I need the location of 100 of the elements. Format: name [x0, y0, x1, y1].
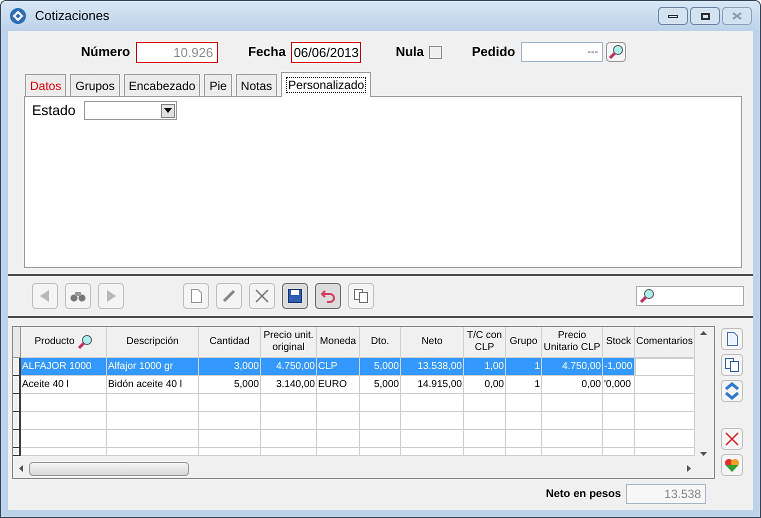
row-header[interactable] [13, 376, 21, 394]
table-cell [317, 412, 360, 430]
table-cell [635, 358, 695, 376]
find-button[interactable] [65, 283, 91, 309]
scroll-right-icon [687, 465, 691, 472]
table-cell [401, 412, 464, 430]
column-header[interactable]: Descripción [107, 327, 199, 358]
table-cell [603, 412, 635, 430]
column-header[interactable]: Precio unit. original [261, 327, 317, 358]
scrollbar-thumb[interactable] [29, 462, 189, 476]
row-header[interactable] [13, 430, 21, 448]
table-cell [401, 430, 464, 448]
table-cell [317, 430, 360, 448]
checkbox[interactable] [428, 46, 442, 58]
column-header[interactable]: Grupo [506, 327, 542, 358]
field-label: Pedido [472, 44, 516, 59]
search-field[interactable] [636, 286, 744, 306]
tab[interactable]: Datos [25, 74, 66, 96]
table-cell [261, 394, 317, 412]
remove-row-button[interactable] [721, 428, 743, 450]
app-logo-icon [9, 7, 27, 25]
window-title: Cotizaciones [35, 7, 110, 26]
table-cell [635, 394, 695, 412]
column-header[interactable]: Comentarios [635, 327, 695, 358]
document-icon [726, 332, 738, 346]
binoculars-icon [70, 290, 86, 302]
table-cell [635, 430, 695, 448]
tab[interactable]: Pie [204, 74, 232, 96]
field-label: Número [81, 43, 130, 62]
table-cell [542, 430, 603, 448]
tab[interactable]: Encabezado [124, 74, 200, 96]
column-header[interactable]: Producto [21, 327, 107, 358]
undo-arrow-icon [321, 289, 335, 303]
total-field: 13.538 [626, 484, 706, 504]
cross-icon [725, 432, 739, 446]
scroll-up-icon [700, 331, 707, 335]
magnifier-icon [76, 334, 93, 350]
column-header[interactable]: Stock [603, 327, 635, 358]
scroll-left-icon [19, 465, 23, 472]
table-cell [506, 412, 542, 430]
table-cell [542, 412, 603, 430]
up-down-chevrons-icon [724, 381, 740, 401]
document-icon [190, 289, 202, 303]
next-icon [106, 290, 116, 302]
table-cell [542, 394, 603, 412]
duplicate-row-button[interactable] [721, 354, 743, 376]
tab[interactable]: Notas [236, 74, 278, 96]
status-dropdown[interactable] [84, 101, 177, 120]
table-cell [261, 412, 317, 430]
table-cell [464, 430, 506, 448]
row-header[interactable] [13, 394, 21, 412]
colors-button[interactable] [721, 454, 743, 476]
search-icon [608, 44, 624, 60]
search-button[interactable] [606, 42, 626, 62]
table-cell [317, 394, 360, 412]
row-header[interactable] [13, 412, 21, 430]
column-header[interactable]: Precio Unitario CLP [542, 327, 603, 358]
save-button[interactable] [282, 283, 308, 309]
date-field[interactable]: 06/06/2013 [290, 42, 361, 62]
delete-button[interactable] [249, 283, 275, 309]
move-row-button[interactable] [721, 380, 743, 402]
table-cell [603, 394, 635, 412]
table-cell [261, 430, 317, 448]
table-cell [635, 412, 695, 430]
tab[interactable]: Personalizado [281, 72, 372, 97]
close-icon [732, 12, 742, 20]
table-cell [360, 430, 401, 448]
field-label: Fecha [248, 44, 286, 59]
table-cell [199, 430, 261, 448]
copy-icon [354, 289, 368, 303]
undo-button[interactable] [315, 283, 341, 309]
table-row[interactable]: Aceite 40 l Bidón aceite 40 l 5,000 3.140,00 EURO 5,000 14.915,00 0,00 1 0,00 '0,000 [21, 376, 695, 394]
field-label: Estado [32, 101, 76, 120]
order-field[interactable]: --- [521, 42, 604, 62]
pencil-icon [222, 289, 236, 303]
column-header[interactable]: T/C con CLP [464, 327, 506, 358]
minimize-button[interactable] [658, 7, 688, 25]
column-header[interactable]: Cantidad [199, 327, 261, 358]
table-cell [360, 412, 401, 430]
add-row-button[interactable] [721, 328, 743, 350]
field-label: Neto en pesos [546, 486, 621, 502]
row-header[interactable] [13, 448, 21, 456]
column-header[interactable]: Moneda [317, 327, 360, 358]
table-cell [199, 412, 261, 430]
table-cell [603, 430, 635, 448]
search-icon [639, 288, 655, 304]
edit-button[interactable] [216, 283, 242, 309]
previous-icon [40, 290, 50, 302]
scroll-down-icon [700, 452, 707, 456]
table-cell [464, 394, 506, 412]
tab[interactable]: Grupos [70, 74, 120, 96]
new-button[interactable] [183, 283, 209, 309]
copy-icon [725, 358, 739, 372]
table-cell [506, 430, 542, 448]
column-header[interactable]: Dto. [360, 327, 401, 358]
copy-button[interactable] [348, 283, 374, 309]
maximize-button[interactable] [690, 7, 720, 25]
row-header[interactable] [13, 358, 21, 376]
column-header[interactable]: Neto [401, 327, 464, 358]
field-label: Nula [396, 44, 424, 59]
